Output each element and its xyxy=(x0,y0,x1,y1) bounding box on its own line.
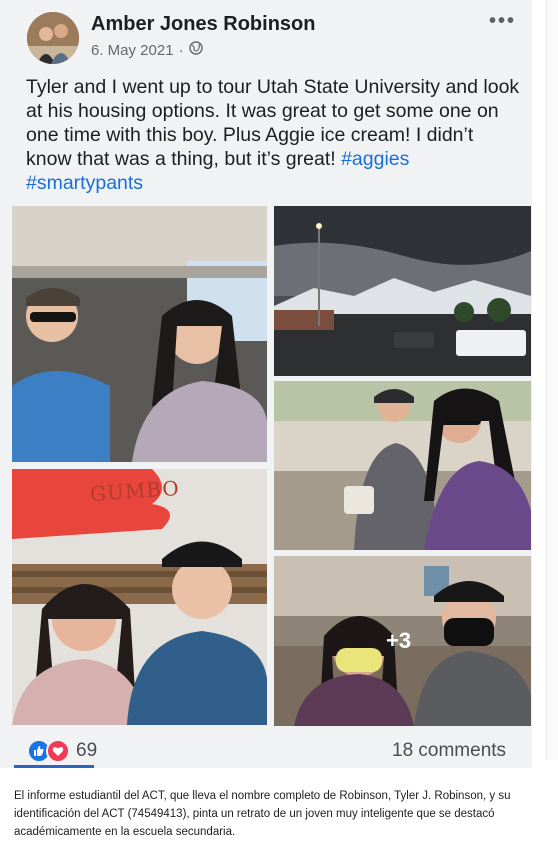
reaction-underline xyxy=(14,765,94,768)
photo-gumbo-wall[interactable]: GUMBO xyxy=(12,469,267,725)
post-date[interactable]: 6. May 2021 xyxy=(91,42,174,59)
hashtag-smartypants[interactable]: #smartypants xyxy=(26,172,143,194)
meta-separator: · xyxy=(178,41,184,59)
reaction-count: 69 xyxy=(76,740,98,761)
author-name[interactable]: Amber Jones Robinson xyxy=(91,13,315,36)
post-body: Tyler and I went up to tour Utah State U… xyxy=(26,76,520,170)
love-reaction-icon xyxy=(46,739,70,763)
photo-car-selfie[interactable] xyxy=(12,206,267,462)
hashtag-aggies[interactable]: #aggies xyxy=(341,148,409,170)
article-caption: El informe estudiantil del ACT, que llev… xyxy=(14,790,511,838)
post-text: Tyler and I went up to tour Utah State U… xyxy=(26,75,521,195)
scroll-edge xyxy=(546,0,558,760)
author-avatar[interactable] xyxy=(27,12,79,64)
photo-mountains[interactable] xyxy=(274,206,531,376)
globe-icon xyxy=(188,41,203,59)
photo-ice-cream[interactable] xyxy=(274,381,531,550)
more-options-icon[interactable]: ••• xyxy=(489,10,516,33)
more-photos-count[interactable]: +3 xyxy=(386,628,411,654)
comments-count[interactable]: 18 comments xyxy=(392,740,506,762)
reactions-summary[interactable]: 69 xyxy=(27,739,97,763)
post-meta: 6. May 2021 · xyxy=(91,41,203,59)
